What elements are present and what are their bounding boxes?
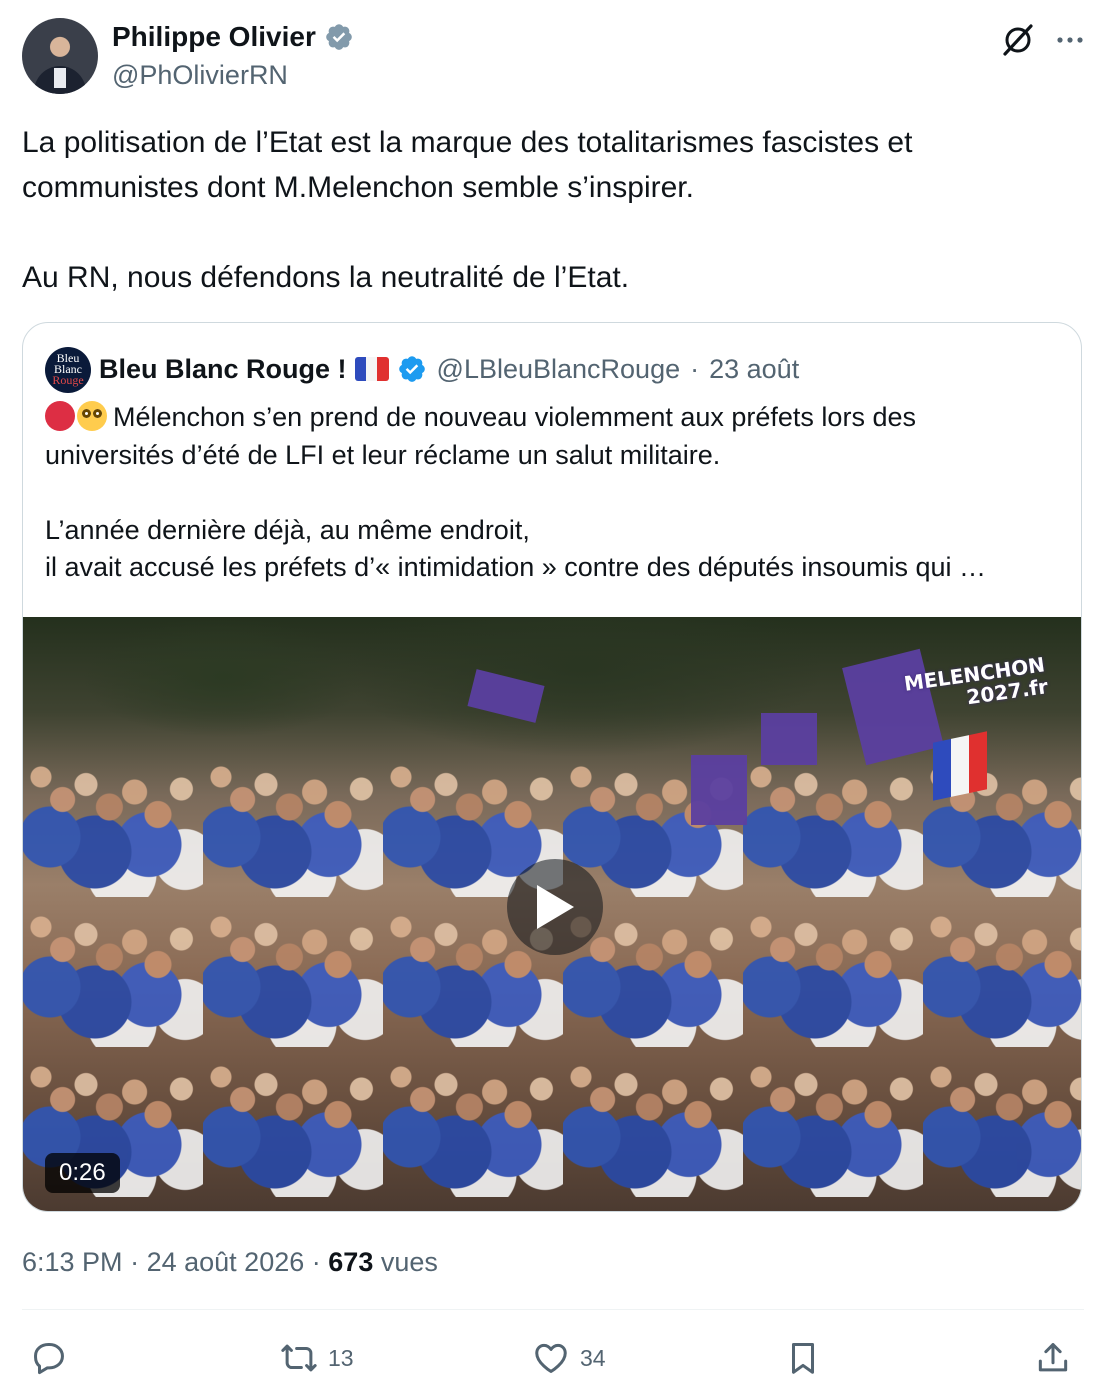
verified-badge-icon <box>326 24 352 50</box>
meta-separator: · <box>311 1247 321 1277</box>
views-label: vues <box>380 1247 438 1277</box>
view-count: 673 <box>328 1247 374 1277</box>
red-circle-emoji-icon <box>45 401 75 431</box>
video-crowd-image <box>23 747 1081 1211</box>
like-count: 34 <box>580 1344 606 1371</box>
grok-icon[interactable] <box>998 20 1038 60</box>
quoted-text-block: Mélenchon s’en prend de nouveau violemme… <box>45 399 1065 587</box>
purple-banner <box>467 669 545 723</box>
quoted-text: Mélenchon s’en prend de nouveau violemme… <box>45 402 986 582</box>
author-name-row[interactable]: Philippe Olivier <box>112 20 354 54</box>
quoted-author-name[interactable]: Bleu Blanc Rouge ! <box>99 349 347 389</box>
repost-icon <box>281 1344 317 1372</box>
purple-banner <box>691 755 747 825</box>
like-button[interactable]: 34 <box>532 1334 606 1382</box>
verified-badge-icon <box>398 356 425 382</box>
french-flag-in-crowd <box>933 731 987 801</box>
bookmark-icon <box>791 1343 815 1374</box>
purple-banner <box>761 713 817 765</box>
quoted-header: Bleu Blanc Rouge ! @LBleuBlancRouge · 23… <box>99 349 799 389</box>
post-meta: 6:13 PM · 24 août 2026 · 673 vues <box>22 1243 438 1281</box>
share-icon <box>1038 1343 1068 1372</box>
repost-count: 13 <box>328 1344 354 1371</box>
quoted-date[interactable]: 23 août <box>709 349 799 389</box>
video-duration: 0:26 <box>45 1153 120 1193</box>
divider <box>22 1309 1084 1310</box>
meta-separator: · <box>130 1247 140 1277</box>
quoted-author-handle[interactable]: @LBleuBlancRouge <box>437 349 681 389</box>
reply-button[interactable] <box>30 1334 78 1382</box>
author-name[interactable]: Philippe Olivier <box>112 20 316 54</box>
repost-button[interactable]: 13 <box>280 1334 354 1382</box>
author-handle[interactable]: @PhOlivierRN <box>112 58 288 92</box>
avatar-collar <box>54 68 66 88</box>
play-icon <box>537 885 574 929</box>
french-flag-icon <box>354 357 389 381</box>
bookmark-button[interactable] <box>784 1334 822 1382</box>
reply-icon <box>34 1343 64 1375</box>
video-player[interactable]: MELENCHON 2027.fr 0:26 <box>23 617 1081 1211</box>
meta-separator: · <box>690 354 700 384</box>
post-date[interactable]: 24 août 2026 <box>147 1247 305 1277</box>
post-time[interactable]: 6:13 PM <box>22 1247 123 1277</box>
post-text: La politisation de l’Etat est la marque … <box>22 126 913 294</box>
author-avatar[interactable] <box>22 18 98 94</box>
share-button[interactable] <box>1034 1334 1072 1382</box>
flushed-face-emoji-icon <box>77 401 107 431</box>
video-watermark: MELENCHON 2027.fr <box>902 652 1049 716</box>
play-button[interactable] <box>507 859 603 955</box>
avatar-text-line: Rouge <box>52 373 84 387</box>
quoted-author-avatar[interactable]: Bleu Blanc Rouge <box>45 347 91 393</box>
quoted-post-card[interactable]: Bleu Blanc Rouge Bleu Blanc Rouge ! @LBl… <box>22 322 1082 1212</box>
more-options-icon[interactable] <box>1050 20 1090 60</box>
heart-icon <box>535 1343 567 1373</box>
